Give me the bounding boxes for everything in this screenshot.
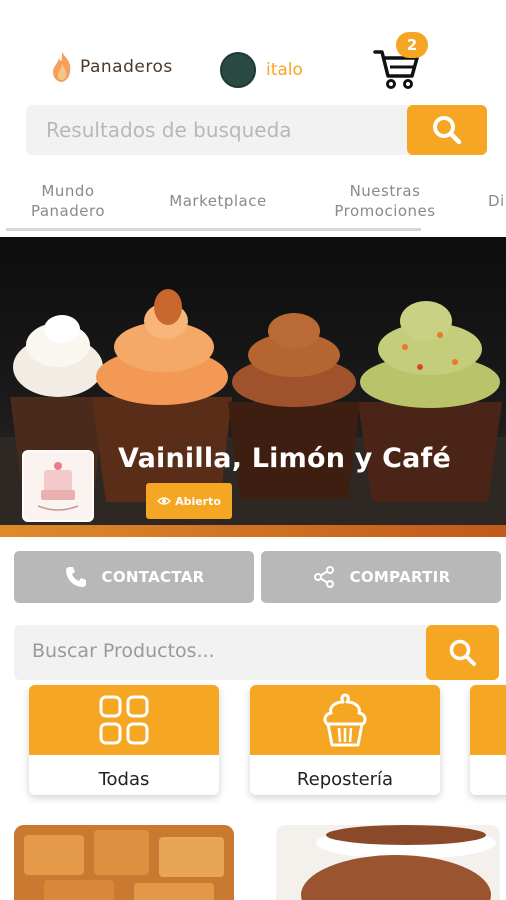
nav-scroll-indicator: [6, 228, 421, 231]
phone-icon: [65, 567, 86, 587]
product-image: [276, 825, 500, 900]
share-label: COMPARTIR: [349, 568, 451, 586]
nav-item-marketplace[interactable]: Marketplace: [152, 191, 284, 211]
avatar: [220, 52, 256, 88]
contact-label: CONTACTAR: [101, 568, 205, 586]
cart-count-badge: 2: [396, 32, 428, 58]
nav-item-mundo-panadero[interactable]: Mundo Panadero: [18, 181, 118, 221]
banner-accent-strip: [0, 525, 506, 537]
grid-icon: [99, 695, 149, 745]
share-button[interactable]: COMPARTIR: [261, 551, 501, 603]
flame-icon: [53, 52, 71, 82]
nav-item-more[interactable]: Di: [488, 191, 506, 211]
product-card[interactable]: [276, 825, 500, 900]
product-card[interactable]: [14, 825, 234, 900]
brand-name: Panaderos: [80, 57, 173, 77]
cupcake-icon: [323, 693, 367, 747]
search-icon: [433, 116, 462, 145]
category-card-partial[interactable]: [470, 685, 506, 795]
search-icon: [449, 639, 476, 666]
product-search-bar[interactable]: Buscar Productos...: [14, 625, 499, 680]
category-label: Todas: [98, 769, 150, 790]
category-nav: Mundo Panadero Marketplace Nuestras Prom…: [0, 175, 506, 230]
share-icon: [313, 566, 334, 588]
product-image: [14, 825, 234, 900]
app-header: Panaderos italo 2: [0, 0, 506, 100]
open-status-label: Abierto: [175, 494, 221, 508]
search-button[interactable]: [407, 105, 487, 155]
user-name: italo: [266, 60, 303, 80]
cake-icon: [37, 462, 79, 511]
open-status-badge: Abierto: [146, 483, 232, 519]
brand-logo[interactable]: Panaderos: [48, 50, 173, 84]
shop-logo: [22, 450, 94, 522]
contact-button[interactable]: CONTACTAR: [14, 551, 254, 603]
product-search-button[interactable]: [426, 625, 499, 680]
product-search-input[interactable]: Buscar Productos...: [32, 640, 215, 662]
shop-title: Vainilla, Limón y Café: [118, 443, 452, 474]
nav-item-nuestras-promociones[interactable]: Nuestras Promociones: [318, 181, 452, 221]
eye-icon: [157, 497, 171, 505]
user-profile[interactable]: italo: [220, 52, 303, 88]
search-input[interactable]: Resultados de busqueda: [46, 118, 292, 142]
category-card-reposteria[interactable]: Repostería: [250, 685, 440, 795]
search-bar[interactable]: Resultados de busqueda: [26, 105, 487, 155]
category-card-todas[interactable]: Todas: [29, 685, 219, 795]
category-label: Repostería: [296, 769, 394, 790]
